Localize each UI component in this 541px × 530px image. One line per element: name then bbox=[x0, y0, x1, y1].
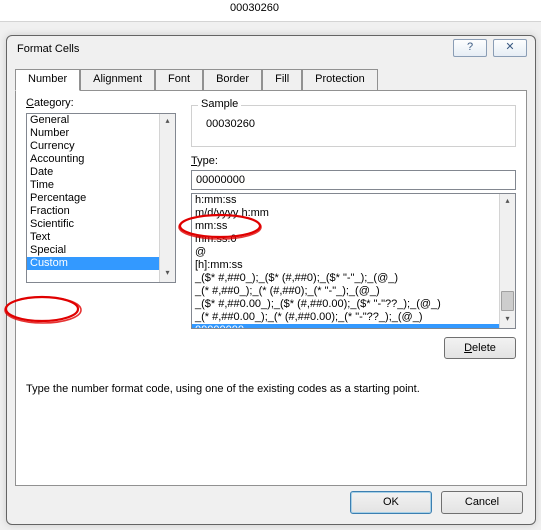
list-item[interactable]: Text bbox=[27, 231, 159, 244]
scrollbar[interactable]: ▴ ▾ bbox=[159, 114, 175, 282]
list-item[interactable]: _($* #,##0.00_);_($* (#,##0.00);_($* "-"… bbox=[192, 298, 499, 311]
dialog-title: Format Cells bbox=[17, 43, 79, 55]
dialog-titlebar: Format Cells ? ✕ bbox=[7, 36, 535, 64]
list-item[interactable]: h:mm:ss bbox=[192, 194, 499, 207]
scroll-up-icon[interactable]: ▴ bbox=[160, 114, 175, 130]
category-label: Category: bbox=[26, 97, 74, 109]
tab-fill[interactable]: Fill bbox=[262, 69, 302, 91]
list-item[interactable]: mm:ss.0 bbox=[192, 233, 499, 246]
list-item[interactable]: _(* #,##0_);_(* (#,##0);_(* "-"_);_(@_) bbox=[192, 285, 499, 298]
list-item[interactable]: Percentage bbox=[27, 192, 159, 205]
list-item[interactable]: General bbox=[27, 114, 159, 127]
scroll-down-icon[interactable]: ▾ bbox=[160, 266, 175, 282]
list-item[interactable]: Fraction bbox=[27, 205, 159, 218]
tab-protection[interactable]: Protection bbox=[302, 69, 378, 91]
list-item[interactable]: @ bbox=[192, 246, 499, 259]
cancel-button[interactable]: Cancel bbox=[441, 491, 523, 514]
category-listbox[interactable]: General Number Currency Accounting Date … bbox=[26, 113, 176, 283]
close-button[interactable]: ✕ bbox=[493, 39, 527, 57]
scrollbar[interactable]: ▴ ▾ bbox=[499, 194, 515, 328]
list-item[interactable]: Time bbox=[27, 179, 159, 192]
formula-bar-value: 00030260 bbox=[230, 2, 279, 14]
sample-label: Sample bbox=[198, 98, 241, 110]
scroll-thumb[interactable] bbox=[501, 291, 514, 311]
format-codes-listbox[interactable]: h:mm:ss m/d/yyyy h:mm mm:ss mm:ss.0 @ [h… bbox=[191, 193, 516, 329]
sample-value: 00030260 bbox=[206, 118, 507, 130]
format-cells-dialog: Format Cells ? ✕ Number Alignment Font B… bbox=[6, 35, 536, 525]
delete-button[interactable]: Delete bbox=[444, 337, 516, 359]
list-item[interactable]: Accounting bbox=[27, 153, 159, 166]
scroll-down-icon[interactable]: ▾ bbox=[500, 312, 515, 328]
number-panel: Category: General Number Currency Accoun… bbox=[15, 90, 527, 486]
tab-number[interactable]: Number bbox=[15, 69, 80, 91]
help-button[interactable]: ? bbox=[453, 39, 487, 57]
type-label: Type: bbox=[191, 155, 218, 167]
list-item[interactable]: m/d/yyyy h:mm bbox=[192, 207, 499, 220]
list-item[interactable]: mm:ss bbox=[192, 220, 499, 233]
list-item[interactable]: Date bbox=[27, 166, 159, 179]
list-item[interactable]: [h]:mm:ss bbox=[192, 259, 499, 272]
ok-button[interactable]: OK bbox=[350, 491, 432, 514]
tab-alignment[interactable]: Alignment bbox=[80, 69, 155, 91]
tab-strip: Number Alignment Font Border Fill Protec… bbox=[15, 68, 527, 90]
scroll-up-icon[interactable]: ▴ bbox=[500, 194, 515, 210]
list-item[interactable]: Scientific bbox=[27, 218, 159, 231]
list-item[interactable]: Special bbox=[27, 244, 159, 257]
tab-border[interactable]: Border bbox=[203, 69, 262, 91]
tab-font[interactable]: Font bbox=[155, 69, 203, 91]
list-item[interactable]: Currency bbox=[27, 140, 159, 153]
hint-text: Type the number format code, using one o… bbox=[26, 383, 516, 395]
list-item[interactable]: Custom bbox=[27, 257, 159, 270]
list-item[interactable]: 00000000 bbox=[192, 324, 499, 328]
list-item[interactable]: Number bbox=[27, 127, 159, 140]
list-item[interactable]: _($* #,##0_);_($* (#,##0);_($* "-"_);_(@… bbox=[192, 272, 499, 285]
sample-group: Sample 00030260 bbox=[191, 105, 516, 147]
list-item[interactable]: _(* #,##0.00_);_(* (#,##0.00);_(* "-"??_… bbox=[192, 311, 499, 324]
type-input[interactable] bbox=[191, 170, 516, 190]
dialog-footer: OK Cancel bbox=[344, 491, 523, 514]
